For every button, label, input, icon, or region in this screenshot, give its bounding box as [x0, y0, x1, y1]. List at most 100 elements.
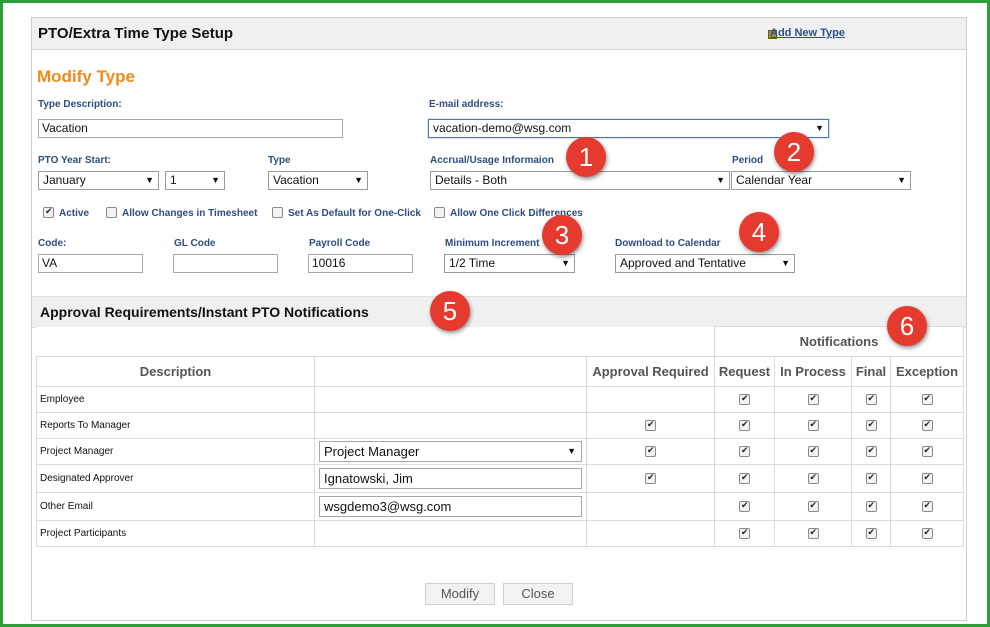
period-value: Calendar Year — [736, 173, 813, 187]
request-checkbox[interactable] — [739, 527, 750, 539]
step-badge-2: 2 — [774, 132, 814, 172]
approval-row: Employee — [36, 386, 964, 413]
final-checkbox[interactable] — [865, 419, 877, 431]
approval-row-description: Project Manager — [36, 438, 315, 465]
step-badge-6: 6 — [887, 306, 927, 346]
in-process-checkbox[interactable] — [807, 472, 819, 484]
approval-row-request-cell — [714, 492, 775, 521]
exception-checkbox[interactable] — [921, 500, 933, 512]
in-process-checkbox[interactable] — [807, 445, 819, 457]
payroll-code-input[interactable]: 10016 — [308, 254, 413, 273]
screenshot-frame: PTO/Extra Time Type Setup Add New Type M… — [0, 0, 990, 627]
exception-checkbox[interactable] — [921, 445, 933, 457]
chevron-down-icon: ▼ — [561, 258, 570, 268]
notifications-spacer — [36, 326, 715, 357]
add-new-type-link[interactable]: Add New Type — [770, 27, 845, 39]
type-value: Vacation — [273, 173, 319, 187]
approval-row-exception-cell — [890, 492, 964, 521]
approval-row-approval-cell — [586, 438, 715, 465]
pto-month-value: January — [43, 173, 86, 187]
approvals-section-title: Approval Requirements/Instant PTO Notifi… — [40, 304, 369, 320]
approval-row-field-cell: wsgdemo3@wsg.com — [314, 492, 587, 521]
allow-changes-checkbox[interactable] — [106, 207, 117, 218]
approval-row-in-process-cell — [774, 464, 852, 493]
approval-row: Reports To Manager — [36, 412, 964, 439]
close-button[interactable]: Close — [503, 583, 573, 605]
request-checkbox[interactable] — [739, 472, 750, 484]
modify-button[interactable]: Modify — [425, 583, 495, 605]
approval-row-approval-cell — [586, 412, 715, 439]
allow-changes-label: Allow Changes in Timesheet — [122, 208, 258, 219]
period-select[interactable]: Calendar Year ▼ — [731, 171, 911, 190]
download-calendar-select[interactable]: Approved and Tentative ▼ — [615, 254, 795, 273]
approval-checkbox[interactable] — [645, 472, 656, 484]
approver-value: Project Manager — [324, 444, 420, 459]
exception-checkbox[interactable] — [921, 472, 933, 484]
gl-code-input[interactable] — [173, 254, 278, 273]
minimum-increment-select[interactable]: 1/2 Time ▼ — [444, 254, 575, 273]
approval-row: Project Manager Project Manager ▼ — [36, 438, 964, 465]
period-label: Period — [732, 155, 764, 166]
approver-value: wsgdemo3@wsg.com — [324, 499, 452, 514]
approval-row: Project Participants — [36, 520, 964, 547]
chevron-down-icon: ▼ — [716, 175, 725, 185]
final-checkbox[interactable] — [865, 527, 877, 539]
approval-row-final-cell — [851, 520, 891, 547]
approval-row-exception-cell — [890, 520, 964, 547]
approval-row-request-cell — [714, 386, 775, 413]
approval-row-approval-cell — [586, 492, 715, 521]
approver-input[interactable]: Ignatowski, Jim — [319, 468, 582, 489]
active-label: Active — [59, 208, 90, 219]
header-bar: PTO/Extra Time Type Setup Add New Type — [32, 18, 966, 50]
set-default-checkbox[interactable] — [272, 207, 283, 218]
approval-row-exception-cell — [890, 412, 964, 439]
email-label: E-mail address: — [429, 99, 504, 110]
in-process-checkbox[interactable] — [807, 393, 819, 405]
request-checkbox[interactable] — [739, 419, 750, 431]
approval-row-final-cell — [851, 492, 891, 521]
request-checkbox[interactable] — [739, 500, 750, 512]
type-description-input[interactable]: Vacation — [38, 119, 343, 138]
download-calendar-value: Approved and Tentative — [620, 256, 746, 270]
approval-checkbox[interactable] — [645, 419, 656, 431]
final-checkbox[interactable] — [865, 393, 877, 405]
pto-year-day-select[interactable]: 1 ▼ — [165, 171, 225, 190]
in-process-checkbox[interactable] — [807, 500, 819, 512]
in-process-checkbox[interactable] — [807, 527, 819, 539]
modify-type-heading: Modify Type — [37, 67, 135, 86]
exception-checkbox[interactable] — [921, 419, 933, 431]
chevron-down-icon: ▼ — [145, 175, 154, 185]
approval-row-field-cell: Ignatowski, Jim — [314, 464, 587, 493]
download-calendar-label: Download to Calendar — [615, 238, 721, 249]
approver-value: Ignatowski, Jim — [324, 471, 413, 486]
approver-select[interactable]: Project Manager ▼ — [319, 441, 582, 462]
in-process-checkbox[interactable] — [807, 419, 819, 431]
final-checkbox[interactable] — [865, 500, 877, 512]
active-checkbox[interactable] — [43, 206, 54, 218]
approval-row-approval-cell — [586, 386, 715, 413]
type-select[interactable]: Vacation ▼ — [268, 171, 368, 190]
approval-row-field-cell — [314, 520, 587, 547]
allow-one-click-checkbox[interactable] — [434, 207, 445, 218]
approval-checkbox[interactable] — [645, 445, 656, 457]
exception-checkbox[interactable] — [921, 527, 933, 539]
code-input[interactable]: VA — [38, 254, 143, 273]
approval-row-description: Project Participants — [36, 520, 315, 547]
approval-row-request-cell — [714, 464, 775, 493]
email-value: vacation-demo@wsg.com — [433, 121, 572, 135]
chevron-down-icon: ▼ — [815, 123, 824, 133]
code-label: Code: — [38, 238, 67, 249]
request-checkbox[interactable] — [739, 445, 750, 457]
final-checkbox[interactable] — [865, 472, 877, 484]
approval-row-exception-cell — [890, 386, 964, 413]
request-checkbox[interactable] — [739, 393, 750, 405]
approval-row-description: Employee — [36, 386, 315, 413]
approver-input[interactable]: wsgdemo3@wsg.com — [319, 496, 582, 517]
final-checkbox[interactable] — [865, 445, 877, 457]
step-badge-5: 5 — [430, 291, 470, 331]
email-select[interactable]: vacation-demo@wsg.com ▼ — [428, 119, 829, 138]
exception-checkbox[interactable] — [921, 393, 933, 405]
col-in-process: In Process — [774, 356, 852, 387]
pto-year-month-select[interactable]: January ▼ — [38, 171, 159, 190]
minimum-increment-label: Minimum Increment — [445, 238, 540, 249]
